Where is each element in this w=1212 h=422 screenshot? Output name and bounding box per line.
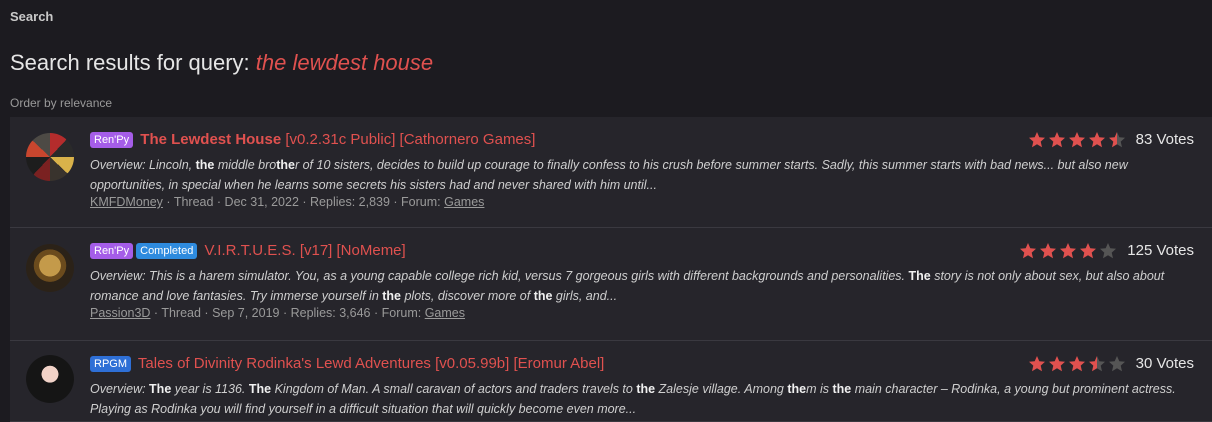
section-label: Search [10, 9, 54, 24]
replies-count: Replies: 3,646 [290, 306, 371, 320]
result-row[interactable]: Ren'Py The Lewdest House [v0.2.31c Publi… [10, 117, 1212, 228]
avatar[interactable] [26, 355, 74, 403]
avatar[interactable] [26, 133, 74, 181]
badge-renpy: Ren'Py [90, 243, 134, 259]
forum-label: Forum: [381, 306, 422, 320]
result-row[interactable]: RPGM Tales of Divinity Rodinka's Lewd Ad… [10, 341, 1212, 422]
votes-count: 30 Votes [1135, 355, 1194, 372]
thread-title-link[interactable]: V.I.R.T.U.E.S. [205, 242, 296, 259]
overview-text: Overview: This is a harem simulator. You… [90, 266, 1190, 306]
star-full-icon [1048, 356, 1065, 372]
star-full-icon [1080, 243, 1097, 259]
star-full-icon [1088, 132, 1105, 148]
star-rating [1026, 355, 1126, 372]
overview-part: Kingdom of Man. A small caravan of actor… [271, 382, 637, 396]
overview-highlight: the [832, 382, 852, 396]
star-full-icon [1068, 132, 1085, 148]
forum-link[interactable]: Games [425, 306, 465, 320]
overview-highlight: The [248, 382, 272, 396]
overview-part: year is 1136. [171, 382, 249, 396]
overview-part: Zalesje village. Among [655, 382, 788, 396]
thread-title-link[interactable]: Tales of Divinity Rodinka's Lewd Adventu… [138, 355, 431, 372]
result-title[interactable]: RPGM Tales of Divinity Rodinka's Lewd Ad… [90, 355, 604, 372]
forum-label: Forum: [401, 195, 441, 209]
star-full-icon [1028, 356, 1045, 372]
star-rating [1026, 131, 1126, 148]
forum-link[interactable]: Games [444, 195, 484, 209]
votes-count: 83 Votes [1135, 131, 1194, 148]
thread-title-link[interactable]: The Lewdest House [140, 131, 281, 148]
overview-part: Overview: Lincoln, [90, 158, 196, 172]
overview-part: girls, and... [552, 289, 618, 303]
star-full-icon [1048, 132, 1065, 148]
star-empty-icon [1100, 243, 1117, 259]
star-empty-icon [1108, 356, 1125, 372]
search-query: the lewdest house [255, 50, 434, 75]
avatar[interactable] [26, 244, 74, 292]
overview-highlight: the [787, 382, 807, 396]
result-meta: Passion3D · Thread · Sep 7, 2019 · Repli… [90, 306, 465, 320]
rating: 125 Votes [1017, 242, 1194, 259]
author-link[interactable]: Passion3D [90, 306, 150, 320]
rating: 30 Votes [1026, 355, 1194, 372]
result-meta: KMFDMoney · Thread · Dec 31, 2022 · Repl… [90, 195, 485, 209]
star-half-icon [1108, 132, 1125, 148]
order-by-label[interactable]: Order by relevance [10, 96, 112, 110]
overview-highlight: the [276, 158, 295, 172]
results-list: Ren'Py The Lewdest House [v0.2.31c Publi… [10, 117, 1212, 422]
overview-text: Overview: The year is 1136. The Kingdom … [90, 379, 1190, 419]
badge-completed: Completed [136, 243, 198, 259]
star-half-icon [1088, 356, 1105, 372]
votes-count: 125 Votes [1127, 242, 1194, 259]
overview-highlight: the [195, 158, 215, 172]
author-link[interactable]: KMFDMoney [90, 195, 163, 209]
overview-highlight: The [149, 382, 172, 396]
overview-part: Overview: This is a harem simulator. You… [90, 269, 909, 283]
overview-part: plots, discover more of [401, 289, 534, 303]
star-full-icon [1028, 132, 1045, 148]
star-full-icon [1068, 356, 1085, 372]
star-full-icon [1060, 243, 1077, 259]
page-title: Search results for query: the lewdest ho… [10, 50, 433, 76]
badge-renpy: Ren'Py [90, 132, 134, 148]
post-date: Sep 7, 2019 [212, 306, 280, 320]
rating: 83 Votes [1026, 131, 1194, 148]
badge-rpgm: RPGM [90, 356, 131, 372]
overview-highlight: The [908, 269, 931, 283]
thread-title-version[interactable]: [v17] [NoMeme] [296, 242, 406, 259]
result-title[interactable]: Ren'Py Completed V.I.R.T.U.E.S. [v17] [No… [90, 242, 406, 259]
replies-count: Replies: 2,839 [310, 195, 390, 209]
overview-part: m is [806, 382, 833, 396]
overview-highlight: the [533, 289, 553, 303]
thread-type: Thread [161, 306, 201, 320]
result-title[interactable]: Ren'Py The Lewdest House [v0.2.31c Publi… [90, 131, 535, 148]
star-rating [1017, 242, 1117, 259]
overview-part: Overview: [90, 382, 150, 396]
post-date: Dec 31, 2022 [224, 195, 299, 209]
result-row[interactable]: Ren'Py Completed V.I.R.T.U.E.S. [v17] [No… [10, 228, 1212, 341]
thread-type: Thread [173, 195, 214, 209]
overview-highlight: the [636, 382, 656, 396]
star-full-icon [1020, 243, 1037, 259]
overview-highlight: the [382, 289, 401, 303]
heading-prefix: Search results for query: [10, 50, 250, 75]
thread-title-version[interactable]: [v0.2.31c Public] [Cathornero Games] [281, 131, 535, 148]
thread-title-version[interactable]: [v0.05.99b] [Eromur Abel] [431, 355, 604, 372]
overview-part: middle bro [214, 158, 277, 172]
overview-text: Overview: Lincoln, the middle brother of… [90, 155, 1190, 195]
star-full-icon [1040, 243, 1057, 259]
